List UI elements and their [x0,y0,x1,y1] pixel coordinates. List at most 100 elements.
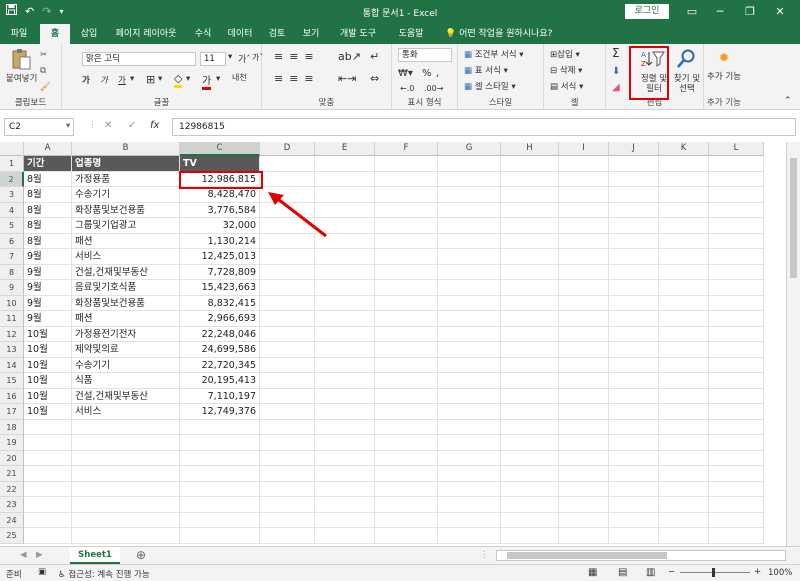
cell-i15[interactable] [559,373,609,389]
cell-l16[interactable] [709,388,764,404]
cell-a17[interactable]: 10월 [24,404,72,420]
select-all-corner[interactable] [0,142,24,156]
page-break-view-icon[interactable]: ▥ [646,567,655,578]
cell-k16[interactable] [659,388,709,404]
cell-e21[interactable] [315,466,375,482]
cell-l2[interactable] [709,171,764,187]
cell-e9[interactable] [315,280,375,296]
cell-f21[interactable] [375,466,438,482]
cell-i6[interactable] [559,233,609,249]
cell-j6[interactable] [609,233,659,249]
cell-j4[interactable] [609,202,659,218]
cell-c21[interactable] [180,466,260,482]
cell-j22[interactable] [609,481,659,497]
cell-k9[interactable] [659,280,709,296]
addins-button-label[interactable]: 추가 기능 [706,72,742,82]
cell-a2[interactable]: 8월 [24,171,72,187]
cell-e2[interactable] [315,171,375,187]
tab-insert[interactable]: 삽입 [74,24,104,44]
cell-l24[interactable] [709,512,764,528]
cell-a24[interactable] [24,512,72,528]
cell-h13[interactable] [501,342,559,358]
scroll-tabs-right-icon[interactable]: ▶ [36,550,43,560]
cell-d23[interactable] [260,497,315,513]
cell-h25[interactable] [501,528,559,544]
cell-h14[interactable] [501,357,559,373]
cell-c15[interactable]: 20,195,413 [180,373,260,389]
cell-c23[interactable] [180,497,260,513]
cell-c1[interactable]: TV [180,156,260,172]
cell-e18[interactable] [315,419,375,435]
cell-c6[interactable]: 1,130,214 [180,233,260,249]
insert-cells-button[interactable]: ⊞삽입 ▾ [550,48,580,60]
column-header-b[interactable]: B [72,142,180,156]
cell-f8[interactable] [375,264,438,280]
cell-h2[interactable] [501,171,559,187]
row-header-15[interactable]: 15 [0,373,24,389]
cell-k6[interactable] [659,233,709,249]
cell-f6[interactable] [375,233,438,249]
tab-file[interactable]: 파일 [4,24,34,44]
cell-d20[interactable] [260,450,315,466]
cell-f5[interactable] [375,218,438,234]
cell-d10[interactable] [260,295,315,311]
cell-i24[interactable] [559,512,609,528]
cell-j24[interactable] [609,512,659,528]
cell-d9[interactable] [260,280,315,296]
row-header-24[interactable]: 24 [0,512,24,528]
tell-me-search[interactable]: 💡 어떤 작업을 원하시나요? [445,24,552,44]
cell-d17[interactable] [260,404,315,420]
cell-g4[interactable] [438,202,501,218]
cell-h19[interactable] [501,435,559,451]
row-header-2[interactable]: 2 [0,171,24,187]
cell-e1[interactable] [315,156,375,172]
cell-i21[interactable] [559,466,609,482]
cell-d25[interactable] [260,528,315,544]
format-as-table-button[interactable]: ▦ 표 서식 ▾ [464,64,508,76]
name-box[interactable]: C2 [4,118,74,136]
row-header-10[interactable]: 10 [0,295,24,311]
cell-h12[interactable] [501,326,559,342]
cell-a1[interactable]: 기간 [24,156,72,172]
cell-a10[interactable]: 9월 [24,295,72,311]
column-header-a[interactable]: A [24,142,72,156]
tab-review[interactable]: 검토 [262,24,292,44]
paste-label[interactable]: 붙여넣기 [6,72,37,84]
cell-j8[interactable] [609,264,659,280]
zoom-level[interactable]: 100% [768,568,792,578]
row-header-12[interactable]: 12 [0,326,24,342]
cell-j17[interactable] [609,404,659,420]
cell-a23[interactable] [24,497,72,513]
font-size-combo[interactable]: 11 [200,52,226,66]
cell-d15[interactable] [260,373,315,389]
cell-a21[interactable] [24,466,72,482]
cell-h6[interactable] [501,233,559,249]
enter-entry-icon[interactable]: ✓ [128,120,136,131]
cell-i16[interactable] [559,388,609,404]
cell-c18[interactable] [180,419,260,435]
cell-g20[interactable] [438,450,501,466]
cell-k2[interactable] [659,171,709,187]
cell-h4[interactable] [501,202,559,218]
cell-e8[interactable] [315,264,375,280]
cell-c9[interactable]: 15,423,663 [180,280,260,296]
cell-j21[interactable] [609,466,659,482]
cell-c12[interactable]: 22,248,046 [180,326,260,342]
zoom-out-icon[interactable]: − [668,567,675,577]
cell-e25[interactable] [315,528,375,544]
cell-d8[interactable] [260,264,315,280]
cell-k24[interactable] [659,512,709,528]
column-header-f[interactable]: F [375,142,438,156]
zoom-slider[interactable] [680,572,750,573]
cell-c4[interactable]: 3,776,584 [180,202,260,218]
cell-f15[interactable] [375,373,438,389]
cell-f13[interactable] [375,342,438,358]
cell-b16[interactable]: 건설,건재및부동산 [72,388,180,404]
row-header-14[interactable]: 14 [0,357,24,373]
increase-decimal-icon[interactable]: ←.0 [400,84,414,93]
cell-b6[interactable]: 패션 [72,233,180,249]
cell-f18[interactable] [375,419,438,435]
row-header-9[interactable]: 9 [0,280,24,296]
cell-b23[interactable] [72,497,180,513]
cell-l15[interactable] [709,373,764,389]
